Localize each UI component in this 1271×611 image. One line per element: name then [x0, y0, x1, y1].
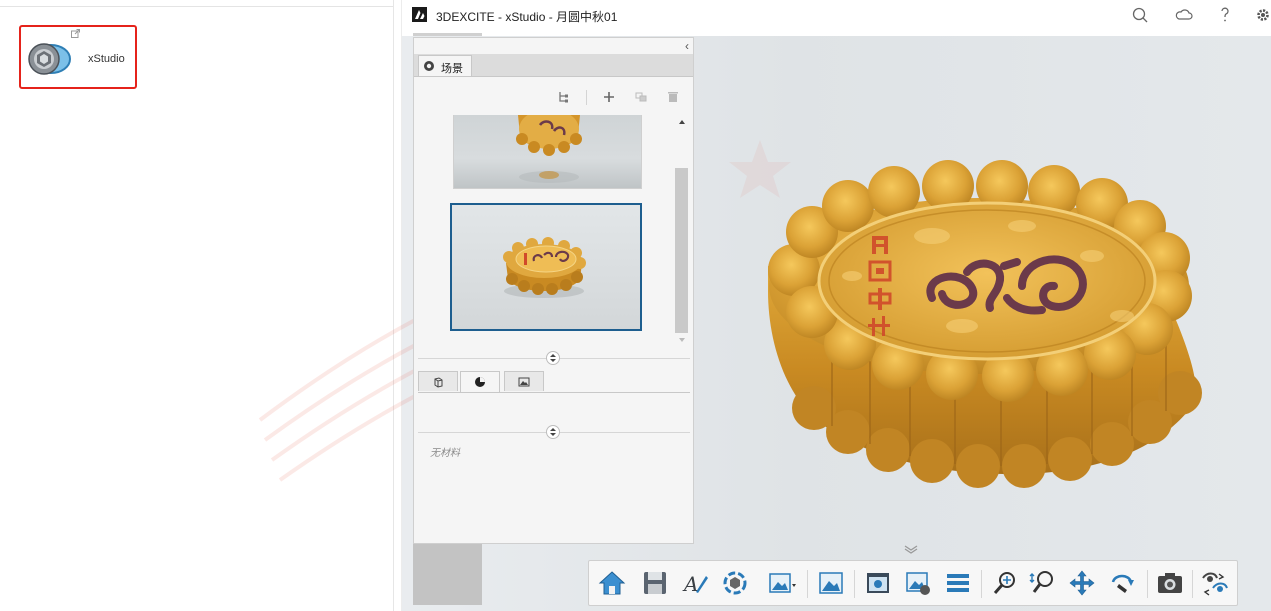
add-icon[interactable] — [602, 90, 616, 104]
save-icon[interactable] — [640, 568, 670, 598]
toolbar-separator — [1147, 570, 1148, 598]
toolbar-separator — [1192, 570, 1193, 598]
camera-icon[interactable] — [1155, 568, 1185, 598]
duplicate-icon[interactable] — [634, 90, 648, 104]
launcher-divider — [0, 6, 393, 7]
pan-icon[interactable] — [1067, 568, 1097, 598]
window-title: 3DEXCITE - xStudio - 月圆中秋01 — [436, 10, 618, 24]
no-material-label: 无材料 — [430, 448, 460, 459]
material-tab-icon — [475, 377, 485, 387]
scene-thumbnail-1[interactable] — [453, 115, 642, 189]
toolbar-separator — [586, 90, 587, 105]
tab-scene[interactable]: 场景 — [418, 55, 472, 76]
scroll-up-icon[interactable] — [678, 118, 686, 126]
object-tab-icon — [434, 377, 443, 388]
render-icon[interactable] — [720, 568, 750, 598]
view-sync-icon[interactable] — [1199, 568, 1229, 598]
tab-material[interactable] — [460, 371, 500, 392]
picture-icon[interactable] — [816, 568, 846, 598]
app-name-label: xStudio — [88, 53, 125, 65]
svg-text:A: A — [682, 572, 698, 596]
property-tabs — [418, 371, 690, 393]
launcher-panel: xStudio — [0, 0, 394, 611]
scene-edit-icon[interactable] — [903, 568, 933, 598]
mooncake-thumbnail-image — [503, 237, 586, 298]
xstudio-app-icon — [28, 43, 71, 75]
home-icon[interactable] — [597, 568, 627, 598]
environment-tab-icon — [518, 377, 530, 387]
style-icon[interactable]: A — [680, 568, 710, 598]
bottom-toolbar: A — [588, 560, 1238, 606]
chevron-down-icon[interactable] — [902, 544, 920, 554]
xstudio-app-tile[interactable]: xStudio — [19, 25, 137, 89]
external-link-icon — [71, 29, 80, 38]
rotate-icon[interactable] — [1107, 568, 1137, 598]
scroll-down-icon[interactable] — [678, 336, 686, 344]
cloud-icon[interactable] — [1173, 4, 1195, 26]
status-block — [413, 544, 482, 605]
scene-thumbnail-2[interactable] — [450, 203, 642, 331]
panel-tab-strip: 场景 — [414, 54, 693, 77]
image-view-icon[interactable] — [767, 568, 797, 598]
toolbar-separator — [854, 570, 855, 598]
mooncake-thumbnail-image — [516, 115, 582, 183]
scene-tab-label: 场景 — [441, 63, 463, 75]
title-bar: 3DEXCITE - xStudio - 月圆中秋01 — [402, 0, 1271, 33]
search-icon[interactable] — [1129, 4, 1151, 26]
display-icon[interactable] — [863, 568, 893, 598]
list-icon[interactable] — [943, 568, 973, 598]
settings-icon[interactable] — [1252, 4, 1271, 26]
tab-object[interactable] — [418, 371, 458, 391]
scrollbar-thumb[interactable] — [675, 168, 688, 333]
3dexcite-logo-icon — [412, 7, 427, 22]
help-icon[interactable] — [1214, 4, 1236, 26]
toolbar-separator — [981, 570, 982, 598]
splitter-handle-icon[interactable] — [546, 351, 560, 365]
scene-icon — [424, 61, 434, 71]
delete-icon[interactable] — [666, 90, 680, 104]
hierarchy-icon[interactable] — [557, 90, 571, 104]
collapse-panel-button[interactable]: ‹ — [685, 40, 689, 52]
splitter-handle-icon[interactable] — [546, 425, 560, 439]
zoom-icon[interactable] — [990, 568, 1020, 598]
scene-panel: ‹ 场景 无材料 — [413, 37, 694, 544]
toolbar-separator — [807, 570, 808, 598]
tab-environment[interactable] — [504, 371, 544, 391]
zoom-area-icon[interactable] — [1027, 568, 1057, 598]
